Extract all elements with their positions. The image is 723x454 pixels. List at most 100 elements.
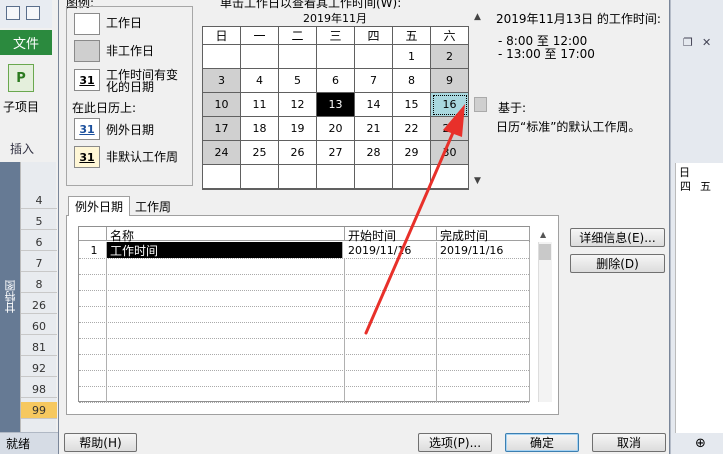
table-cell-num[interactable] — [79, 354, 107, 370]
zoom-in-icon[interactable]: ⊕ — [695, 436, 706, 451]
column-header-start[interactable]: 开始时间 — [345, 227, 437, 243]
restore-icon[interactable]: ❐ — [683, 36, 695, 49]
calendar-day[interactable]: 22 — [393, 117, 431, 141]
column-header-finish[interactable]: 完成时间 — [437, 227, 530, 243]
column-header-name[interactable]: 名称 — [107, 227, 345, 243]
table-cell-num[interactable] — [79, 306, 107, 322]
calendar-day[interactable]: 17 — [203, 117, 241, 141]
subproject-label[interactable]: 子项目 — [3, 98, 39, 115]
table-cell-finish[interactable] — [437, 370, 530, 386]
table-cell-num[interactable] — [79, 338, 107, 354]
table-cell-start[interactable] — [345, 354, 437, 370]
table-row[interactable] — [79, 306, 530, 323]
month-calendar[interactable]: 日一二三四五六 1 2 3 4 5 6 7 8 9 10 11 12 13 14 15 16 17 18 19 20 21… — [202, 26, 469, 190]
close-icon[interactable]: ✕ — [702, 36, 714, 49]
table-cell-finish[interactable] — [437, 386, 530, 402]
exceptions-table[interactable]: 名称 开始时间 完成时间 1 工作时间 2019/11/16 2019/11/16 — [78, 226, 530, 403]
table-cell-num[interactable]: 1 — [79, 242, 107, 258]
calendar-day[interactable]: 23 — [431, 117, 469, 141]
table-cell-finish[interactable] — [437, 338, 530, 354]
calendar-scroll-up-icon[interactable]: ▲ — [474, 12, 484, 22]
calendar-day[interactable]: 2 — [431, 45, 469, 69]
row-number[interactable]: 5 — [21, 213, 57, 230]
table-cell-num[interactable] — [79, 370, 107, 386]
calendar-day[interactable]: 7 — [355, 69, 393, 93]
table-cell-start[interactable] — [345, 386, 437, 402]
calendar-day[interactable]: 5 — [279, 69, 317, 93]
table-cell-name[interactable] — [107, 258, 345, 274]
calendar-day[interactable]: 15 — [393, 93, 431, 117]
table-cell-start[interactable] — [345, 370, 437, 386]
table-row[interactable] — [79, 386, 530, 403]
calendar-day[interactable]: 24 — [203, 141, 241, 165]
table-cell-finish[interactable] — [437, 354, 530, 370]
table-cell-name[interactable]: 工作时间 — [107, 242, 343, 258]
table-cell-finish[interactable] — [437, 290, 530, 306]
subproject-icon[interactable]: P — [8, 64, 34, 92]
table-row[interactable]: 1 工作时间 2019/11/16 2019/11/16 — [79, 242, 530, 259]
calendar-day[interactable]: 26 — [279, 141, 317, 165]
calendar-day[interactable]: 21 — [355, 117, 393, 141]
table-cell-name[interactable] — [107, 338, 345, 354]
row-number[interactable]: 81 — [21, 339, 57, 356]
table-row[interactable] — [79, 274, 530, 291]
table-cell-finish[interactable] — [437, 322, 530, 338]
table-cell-start[interactable] — [345, 338, 437, 354]
calendar-day[interactable]: 14 — [355, 93, 393, 117]
table-row[interactable] — [79, 338, 530, 355]
calendar-scroll-down-icon[interactable]: ▼ — [474, 176, 484, 186]
delete-button[interactable]: 删除(D) — [570, 254, 665, 273]
row-number[interactable]: 92 — [21, 360, 57, 377]
calendar-day[interactable]: 1 — [393, 45, 431, 69]
tab-work-weeks[interactable]: 工作周 — [129, 196, 177, 216]
calendar-day[interactable]: 30 — [431, 141, 469, 165]
ok-button[interactable]: 确定 — [505, 433, 579, 452]
table-row[interactable] — [79, 258, 530, 275]
calendar-day[interactable]: 29 — [393, 141, 431, 165]
row-number[interactable]: 26 — [21, 297, 57, 314]
table-cell-name[interactable] — [107, 386, 345, 402]
row-number[interactable]: 98 — [21, 381, 57, 398]
table-cell-num[interactable] — [79, 386, 107, 402]
table-row[interactable] — [79, 370, 530, 387]
table-cell-name[interactable] — [107, 354, 345, 370]
table-cell-num[interactable] — [79, 258, 107, 274]
table-cell-name[interactable] — [107, 290, 345, 306]
cancel-button[interactable]: 取消 — [592, 433, 666, 452]
help-button[interactable]: 帮助(H) — [64, 433, 137, 452]
table-cell-start[interactable] — [345, 274, 437, 290]
calendar-day[interactable]: 20 — [317, 117, 355, 141]
row-number[interactable]: 8 — [21, 276, 57, 293]
details-button[interactable]: 详细信息(E)... — [570, 228, 665, 247]
scroll-up-icon[interactable]: ▲ — [540, 230, 546, 239]
calendar-day[interactable]: 3 — [203, 69, 241, 93]
calendar-day[interactable]: 13 — [317, 93, 355, 117]
table-cell-name[interactable] — [107, 370, 345, 386]
calendar-day[interactable]: 19 — [279, 117, 317, 141]
calendar-day[interactable]: 12 — [279, 93, 317, 117]
calendar-day[interactable]: 25 — [241, 141, 279, 165]
table-row[interactable] — [79, 354, 530, 371]
calendar-day[interactable]: 16 — [431, 93, 469, 117]
table-cell-num[interactable] — [79, 274, 107, 290]
row-number[interactable]: 7 — [21, 255, 57, 272]
calendar-day[interactable]: 8 — [393, 69, 431, 93]
table-row[interactable] — [79, 322, 530, 339]
table-scrollbar-thumb[interactable] — [539, 244, 551, 260]
row-number[interactable]: 6 — [21, 234, 57, 251]
table-cell-name[interactable] — [107, 274, 345, 290]
save-icon[interactable] — [26, 6, 40, 20]
options-button[interactable]: 选项(P)... — [418, 433, 492, 452]
calendar-day[interactable]: 18 — [241, 117, 279, 141]
calendar-day[interactable]: 11 — [241, 93, 279, 117]
table-cell-name[interactable] — [107, 322, 345, 338]
row-number[interactable]: 99 — [21, 402, 57, 419]
file-tab[interactable]: 文件 — [0, 30, 52, 55]
table-cell-start[interactable] — [345, 258, 437, 274]
table-scrollbar[interactable] — [538, 242, 552, 402]
calendar-day[interactable]: 9 — [431, 69, 469, 93]
calendar-day[interactable]: 28 — [355, 141, 393, 165]
table-cell-start[interactable] — [345, 306, 437, 322]
table-cell-finish[interactable] — [437, 258, 530, 274]
calendar-day[interactable]: 27 — [317, 141, 355, 165]
